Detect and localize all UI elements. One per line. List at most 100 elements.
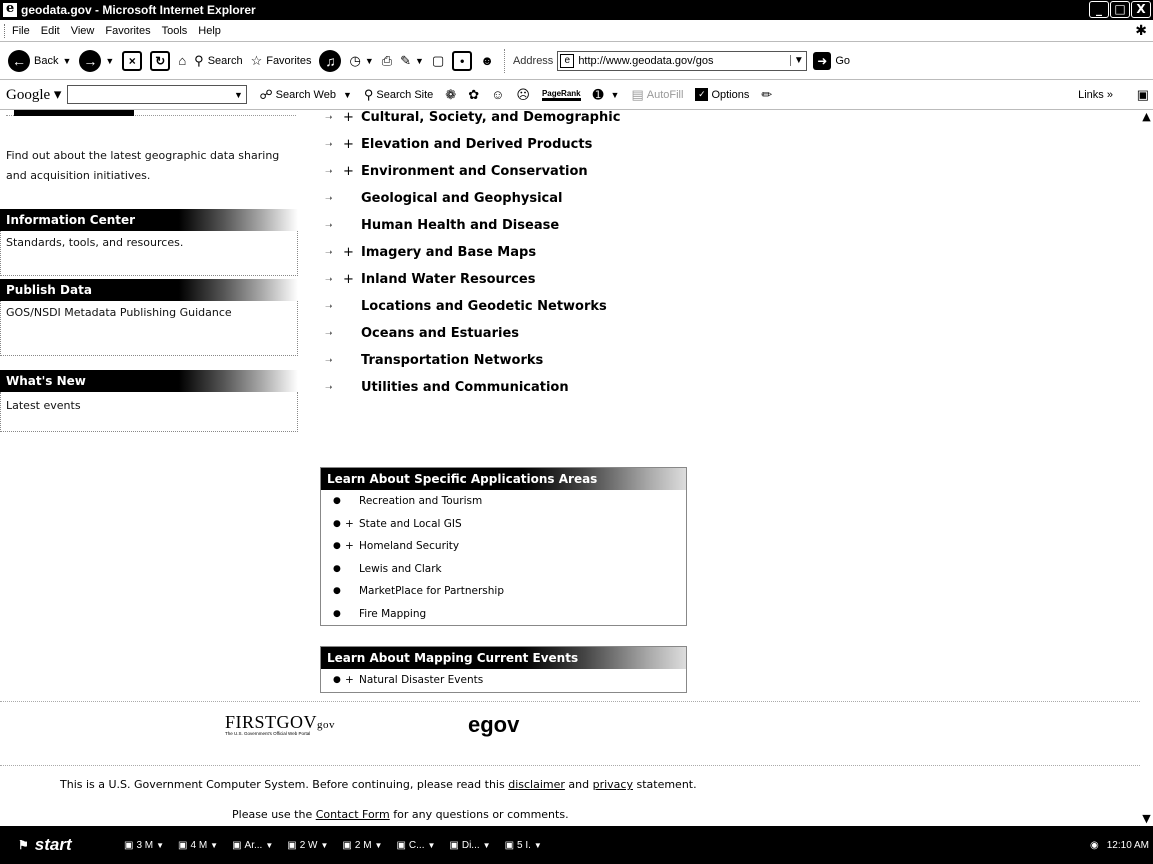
sidebar-head-information-center[interactable]: Information Center	[0, 209, 298, 231]
start-button[interactable]: ⚑ start	[0, 826, 110, 864]
go-button[interactable]: ➜ Go	[813, 51, 850, 70]
forward-button[interactable]: → ▼	[79, 49, 114, 72]
sidebar-whats-new-text[interactable]: Latest events	[6, 396, 296, 416]
firstgov-logo[interactable]: FIRSTGOVgov The U.S. Government's Offici…	[225, 712, 335, 736]
vertical-scrollbar[interactable]: ▲ ▼	[1140, 110, 1153, 826]
category-label[interactable]: Locations and Geodetic Networks	[361, 299, 607, 314]
page-info-button[interactable]: ✿	[468, 87, 479, 103]
application-label[interactable]: Lewis and Clark	[359, 563, 442, 575]
disclaimer-link[interactable]: disclaimer	[508, 778, 565, 791]
google-logo[interactable]: Google ▾	[6, 85, 61, 104]
info-dropdown-icon[interactable]: ▼	[611, 90, 620, 100]
minimize-button[interactable]: _	[1089, 1, 1109, 18]
expand-icon[interactable]: +	[343, 137, 361, 152]
vote-down-button[interactable]: ☹	[516, 87, 530, 103]
google-search-dropdown-icon[interactable]: ▼	[230, 90, 246, 100]
menu-tools[interactable]: Tools	[162, 25, 188, 37]
expand-icon[interactable]: +	[343, 110, 361, 125]
close-button[interactable]: X	[1131, 1, 1151, 18]
category-item[interactable]: ➝ Locations and Geodetic Networks	[325, 299, 607, 314]
application-label[interactable]: Homeland Security	[359, 540, 459, 552]
news-button[interactable]: ❁	[445, 87, 456, 103]
menu-file[interactable]: File	[12, 25, 30, 37]
contact-form-link[interactable]: Contact Form	[316, 808, 390, 821]
expand-icon[interactable]: +	[345, 518, 359, 530]
category-item[interactable]: ➝ Human Health and Disease	[325, 218, 559, 233]
edit-dropdown-icon[interactable]: ▼	[415, 56, 424, 66]
search-web-button[interactable]: ☍ Search Web ▼	[259, 87, 351, 103]
category-label[interactable]: Inland Water Resources	[361, 272, 535, 287]
application-item[interactable]: ● MarketPlace for Partnership	[321, 580, 686, 603]
sidebar-information-center-text[interactable]: Standards, tools, and resources.	[6, 233, 296, 253]
expand-icon[interactable]: +	[345, 674, 359, 686]
maximize-button[interactable]: □	[1110, 1, 1130, 18]
discuss-button[interactable]: ▢	[432, 53, 444, 69]
application-label[interactable]: State and Local GIS	[359, 518, 462, 530]
scroll-up-icon[interactable]: ▲	[1140, 110, 1153, 124]
category-label[interactable]: Environment and Conservation	[361, 164, 588, 179]
category-item[interactable]: ➝ + Environment and Conservation	[325, 164, 588, 179]
taskbar-task[interactable]: ▣ 4 M ▼	[178, 840, 218, 851]
menu-help[interactable]: Help	[198, 25, 221, 37]
toolbar-extra-icon[interactable]: ▣	[1137, 87, 1149, 103]
vote-up-button[interactable]: ☺	[491, 87, 504, 102]
edit-button[interactable]: ✎ ▼	[400, 53, 424, 69]
current-event-label[interactable]: Natural Disaster Events	[359, 674, 483, 686]
messenger-button[interactable]: ☻	[480, 53, 494, 68]
expand-icon[interactable]: +	[345, 540, 359, 552]
forward-dropdown-icon[interactable]: ▼	[105, 56, 114, 66]
application-label[interactable]: MarketPlace for Partnership	[359, 585, 504, 597]
application-item[interactable]: ● Recreation and Tourism	[321, 490, 686, 513]
category-label[interactable]: Geological and Geophysical	[361, 191, 562, 206]
application-item[interactable]: ● Lewis and Clark	[321, 558, 686, 581]
search-web-dropdown-icon[interactable]: ▼	[343, 90, 352, 100]
search-site-button[interactable]: ⚲ Search Site	[364, 87, 433, 103]
scroll-down-icon[interactable]: ▼	[1140, 812, 1153, 826]
info-button[interactable]: ➊ ▼	[593, 87, 620, 103]
taskbar-task[interactable]: ▣ C... ▼	[396, 840, 435, 851]
taskbar-task[interactable]: ▣ 3 M ▼	[124, 840, 164, 851]
expand-icon[interactable]: +	[343, 164, 361, 179]
history-button[interactable]: ◷ ▼	[349, 53, 373, 69]
autofill-button[interactable]: ▤ AutoFill	[631, 87, 683, 103]
application-label[interactable]: Recreation and Tourism	[359, 495, 482, 507]
category-label[interactable]: Cultural, Society, and Demographic	[361, 110, 620, 125]
address-field[interactable]: e http://www.geodata.gov/gos ▼	[557, 50, 808, 71]
egov-logo[interactable]: egov	[468, 712, 519, 738]
category-item[interactable]: ➝ + Imagery and Base Maps	[325, 245, 536, 260]
address-value[interactable]: http://www.geodata.gov/gos	[578, 55, 790, 67]
menu-favorites[interactable]: Favorites	[105, 25, 150, 37]
favorites-button[interactable]: ☆ Favorites	[251, 53, 312, 69]
taskbar-task[interactable]: ▣ 5 I. ▼	[505, 840, 542, 851]
google-search-input[interactable]: ▼	[67, 85, 248, 104]
category-label[interactable]: Elevation and Derived Products	[361, 137, 592, 152]
menu-view[interactable]: View	[71, 25, 95, 37]
address-dropdown-icon[interactable]: ▼	[790, 55, 806, 66]
links-button[interactable]: Links »	[1078, 89, 1113, 101]
category-label[interactable]: Human Health and Disease	[361, 218, 559, 233]
taskbar-task[interactable]: ▣ 2 M ▼	[342, 840, 382, 851]
privacy-link[interactable]: privacy	[593, 778, 633, 791]
taskbar-task[interactable]: ▣ 2 W ▼	[287, 840, 328, 851]
menu-edit[interactable]: Edit	[41, 25, 60, 37]
research-button[interactable]: •	[452, 50, 473, 71]
sidebar-head-whats-new[interactable]: What's New	[0, 370, 298, 392]
expand-icon[interactable]: +	[343, 272, 361, 287]
category-label[interactable]: Transportation Networks	[361, 353, 543, 368]
category-item[interactable]: ➝ + Elevation and Derived Products	[325, 137, 592, 152]
highlight-button[interactable]: ✏	[761, 87, 772, 103]
history-dropdown-icon[interactable]: ▼	[365, 56, 374, 66]
category-item[interactable]: ➝ Geological and Geophysical	[325, 191, 562, 206]
taskbar-task[interactable]: ▣ Di... ▼	[449, 840, 490, 851]
back-dropdown-icon[interactable]: ▼	[62, 56, 71, 66]
current-event-item[interactable]: ● + Natural Disaster Events	[321, 669, 686, 692]
tray-icon[interactable]: ◉	[1090, 840, 1099, 851]
application-label[interactable]: Fire Mapping	[359, 608, 426, 620]
category-label[interactable]: Imagery and Base Maps	[361, 245, 536, 260]
category-item[interactable]: ➝ + Cultural, Society, and Demographic	[325, 110, 620, 125]
home-button[interactable]: ⌂	[178, 53, 186, 68]
sidebar-publish-data-text[interactable]: GOS/NSDI Metadata Publishing Guidance	[6, 303, 236, 323]
taskbar-task[interactable]: ▣ Ar... ▼	[232, 840, 273, 851]
category-item[interactable]: ➝ Utilities and Communication	[325, 380, 569, 395]
expand-icon[interactable]: +	[343, 245, 361, 260]
